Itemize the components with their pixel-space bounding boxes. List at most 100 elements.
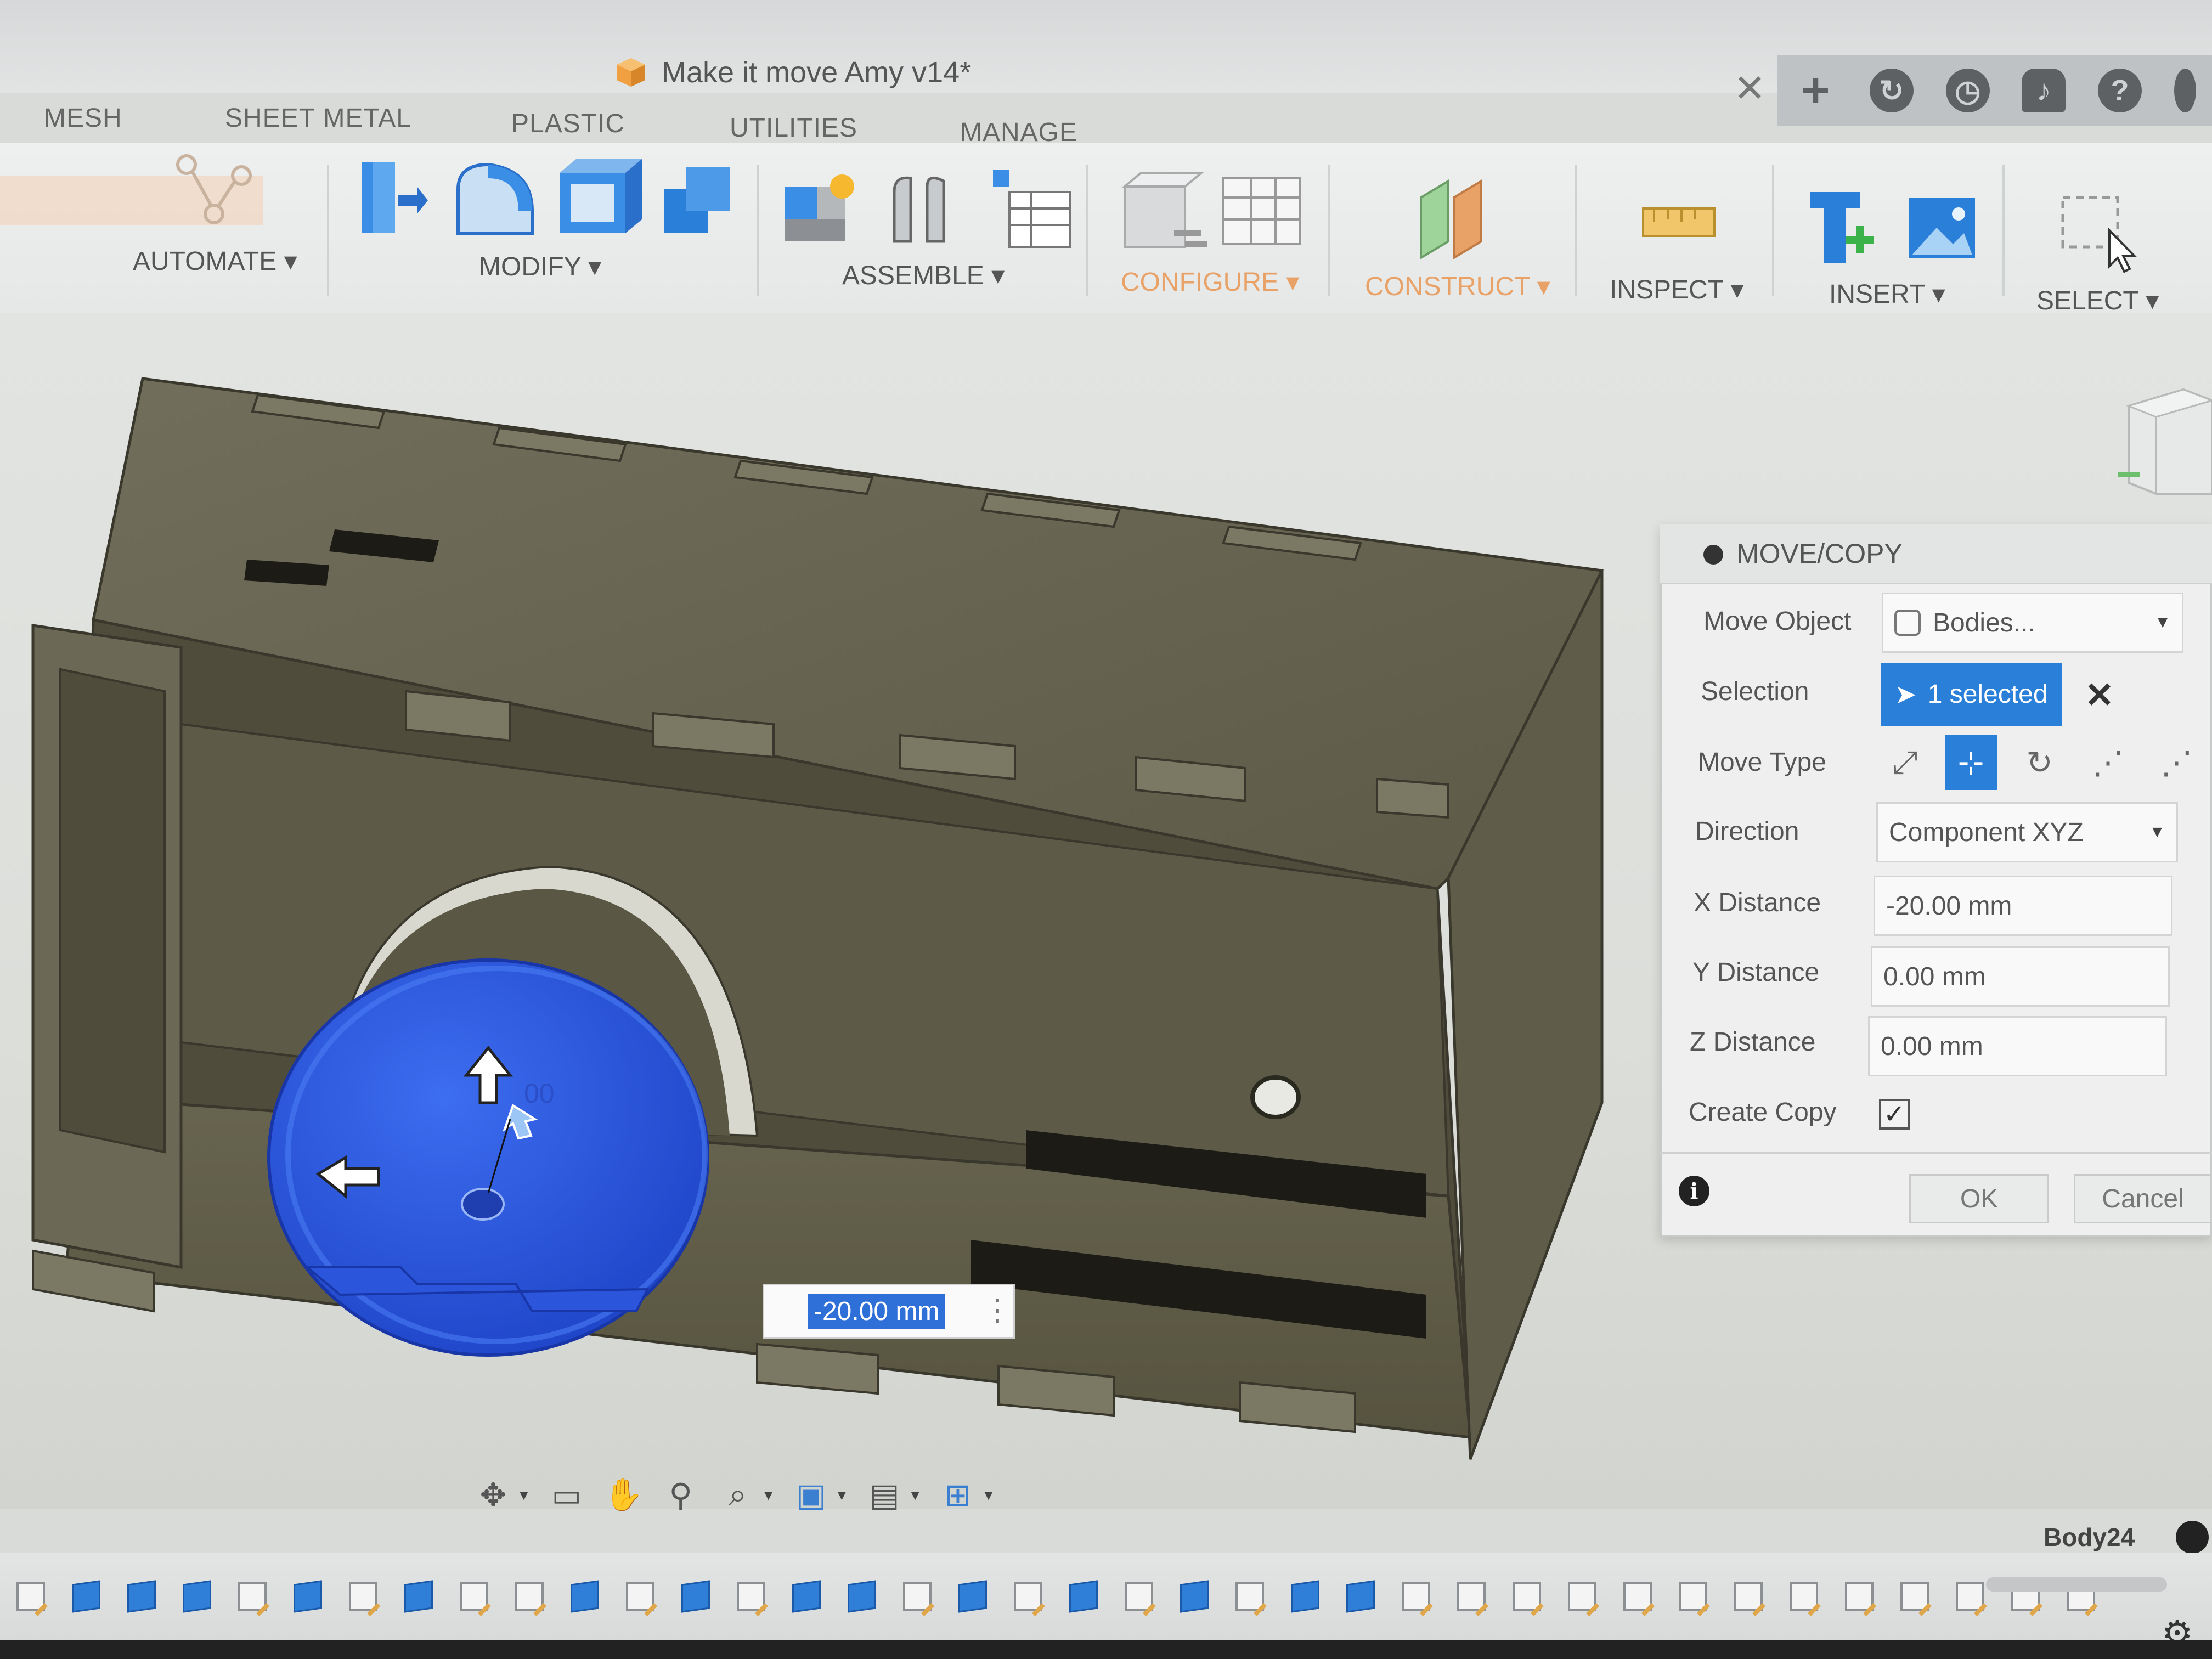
insert-derive-icon[interactable]	[1810, 192, 1874, 263]
document-tab[interactable]: Make it move Amy v14*	[614, 50, 971, 94]
combine-icon[interactable]	[664, 167, 730, 233]
timeline-body-feature[interactable]	[61, 1571, 111, 1622]
direction-dropdown[interactable]: Component XYZ ▼	[1876, 802, 2178, 862]
fillet-icon[interactable]	[456, 162, 534, 235]
timeline-sketch-feature[interactable]	[1224, 1571, 1275, 1622]
timeline-body-feature[interactable]	[1169, 1571, 1220, 1622]
zoom-icon[interactable]: ⚲	[659, 1474, 702, 1516]
x-distance-field[interactable]: -20.00 mm	[1874, 876, 2172, 936]
free-move-icon[interactable]: ⤢	[1879, 735, 1931, 790]
measure-icon[interactable]	[1640, 198, 1717, 247]
look-at-icon[interactable]: ▭	[545, 1474, 588, 1516]
tab-utilities[interactable]: UTILITIES	[730, 113, 857, 143]
timeline-sketch-feature[interactable]	[1391, 1571, 1441, 1622]
point-to-position-icon[interactable]: ⋰	[2151, 735, 2203, 790]
viewports-icon[interactable]: ⊞	[936, 1474, 979, 1516]
timeline-scrollbar[interactable]	[1986, 1577, 2167, 1592]
shell-icon[interactable]	[560, 159, 642, 233]
chevron-down-icon[interactable]: ▼	[981, 1487, 996, 1504]
dimension-input-box[interactable]: -20.00 mm	[763, 1284, 1015, 1339]
pan-icon[interactable]: ✋	[602, 1474, 645, 1516]
close-tab-icon[interactable]: ✕	[1734, 66, 1766, 111]
automate-icon[interactable]	[0, 154, 307, 236]
help-icon[interactable]: ?	[2097, 69, 2142, 112]
chevron-down-icon[interactable]: ▼	[834, 1487, 849, 1504]
grid-settings-icon[interactable]: ▤	[863, 1474, 906, 1516]
timeline-sketch-feature[interactable]	[1502, 1571, 1552, 1622]
timeline-sketch-feature[interactable]	[1723, 1571, 1774, 1622]
timeline-body-feature[interactable]	[781, 1571, 832, 1622]
chevron-down-icon[interactable]: ▼	[908, 1487, 922, 1504]
manipulator-origin[interactable]	[461, 1188, 505, 1221]
timeline-sketch-feature[interactable]	[5, 1571, 56, 1622]
insert-image-icon[interactable]	[1909, 198, 1975, 258]
timeline-body-feature[interactable]	[1280, 1571, 1330, 1622]
bill-of-materials-icon[interactable]	[993, 170, 1071, 248]
timeline-body-feature[interactable]	[283, 1571, 333, 1622]
timeline-sketch-feature[interactable]	[449, 1571, 499, 1622]
timeline-sketch-feature[interactable]	[1114, 1571, 1164, 1622]
collapse-dialog-icon[interactable]	[1703, 545, 1723, 565]
timeline-body-feature[interactable]	[1335, 1571, 1386, 1622]
timeline-sketch-feature[interactable]	[1779, 1571, 1829, 1622]
timeline-body-feature[interactable]	[560, 1571, 610, 1622]
x-distance-value[interactable]: -20.00 mm	[1886, 891, 2012, 921]
tab-plastic[interactable]: PLASTIC	[511, 109, 625, 139]
tab-sheet-metal[interactable]: SHEET METAL	[225, 103, 411, 133]
chevron-down-icon[interactable]: ▼	[517, 1487, 531, 1504]
timeline-body-feature[interactable]	[116, 1571, 167, 1622]
timeline-sketch-feature[interactable]	[1834, 1571, 1884, 1622]
automate-menu[interactable]: AUTOMATE ▾	[133, 246, 297, 276]
dimension-input-value[interactable]: -20.00 mm	[808, 1294, 945, 1329]
timeline-sketch-feature[interactable]	[1668, 1571, 1718, 1622]
construct-menu[interactable]: CONSTRUCT ▾	[1365, 271, 1550, 302]
status-icon[interactable]	[2176, 1521, 2209, 1554]
more-options-icon[interactable]: ⋮	[982, 1292, 1013, 1328]
timeline-body-feature[interactable]	[837, 1571, 887, 1622]
info-icon[interactable]: i	[1679, 1176, 1709, 1206]
tab-mesh[interactable]: MESH	[44, 103, 122, 133]
new-component-icon[interactable]	[785, 174, 854, 241]
timeline-sketch-feature[interactable]	[1446, 1571, 1497, 1622]
point-to-point-icon[interactable]: ⋰	[2082, 735, 2134, 790]
timeline-sketch-feature[interactable]	[1612, 1571, 1663, 1622]
timeline-sketch-feature[interactable]	[1557, 1571, 1607, 1622]
assemble-menu[interactable]: ASSEMBLE ▾	[842, 260, 1005, 291]
timeline-sketch-feature[interactable]	[892, 1571, 943, 1622]
z-distance-field[interactable]: 0.00 mm	[1868, 1016, 2167, 1076]
translate-xyz-icon[interactable]: ⊹	[1945, 735, 1997, 790]
timeline-sketch-feature[interactable]	[726, 1571, 776, 1622]
profile-icon[interactable]	[2174, 69, 2196, 112]
configure-menu[interactable]: CONFIGURE ▾	[1121, 267, 1299, 297]
chevron-down-icon[interactable]: ▼	[761, 1487, 776, 1504]
select-icon[interactable]	[2057, 192, 2140, 274]
timeline-sketch-feature[interactable]	[615, 1571, 665, 1622]
job-status-icon[interactable]: ◷	[1945, 69, 1990, 112]
timeline-body-feature[interactable]	[947, 1571, 998, 1622]
fit-icon[interactable]: ⌕	[716, 1474, 759, 1516]
view-cube[interactable]	[2118, 373, 2212, 505]
timeline-body-feature[interactable]	[1058, 1571, 1109, 1622]
timeline-sketch-feature[interactable]	[1889, 1571, 1940, 1622]
move-object-dropdown[interactable]: Bodies... ▼	[1882, 592, 2183, 653]
ok-button[interactable]: OK	[1909, 1174, 2049, 1223]
configuration-table-icon[interactable]	[1222, 177, 1301, 245]
selection-button[interactable]: ➤ 1 selected	[1881, 663, 2062, 726]
y-distance-value[interactable]: 0.00 mm	[1883, 962, 1986, 992]
timeline-sketch-feature[interactable]	[1003, 1571, 1053, 1622]
timeline-sketch-feature[interactable]	[504, 1571, 555, 1622]
timeline-body-feature[interactable]	[393, 1571, 444, 1622]
press-pull-icon[interactable]	[362, 162, 428, 233]
inspect-menu[interactable]: INSPECT ▾	[1610, 274, 1744, 305]
configure-icon[interactable]	[1121, 172, 1207, 248]
insert-menu[interactable]: INSERT ▾	[1829, 279, 1945, 309]
rotate-icon[interactable]: ↻	[2013, 735, 2066, 790]
timeline-sketch-feature[interactable]	[338, 1571, 388, 1622]
new-tab-icon[interactable]: +	[1793, 63, 1837, 118]
joint-icon[interactable]	[893, 176, 945, 243]
timeline-body-feature[interactable]	[670, 1571, 721, 1622]
timeline-sketch-feature[interactable]	[227, 1571, 278, 1622]
clear-selection-icon[interactable]: ✕	[2085, 675, 2114, 716]
timeline-body-feature[interactable]	[172, 1571, 222, 1622]
modify-menu[interactable]: MODIFY ▾	[479, 251, 601, 282]
